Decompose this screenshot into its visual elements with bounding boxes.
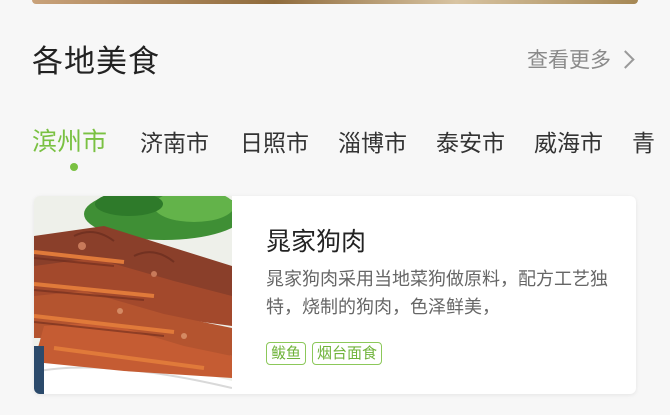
section-header: 各地美食 查看更多 — [0, 30, 670, 90]
active-tab-indicator — [70, 163, 78, 171]
tab-jinan[interactable]: 济南市 — [140, 124, 209, 158]
food-image — [34, 196, 232, 394]
food-description: 晁家狗肉采用当地菜狗做原料，配方工艺独特，烧制的狗肉，色泽鲜美， — [266, 269, 608, 318]
tag-badge: 烟台面食 — [312, 342, 383, 365]
tab-qing-partial[interactable]: 青 — [632, 124, 655, 158]
tab-weihai[interactable]: 威海市 — [534, 124, 603, 158]
food-title: 晁家狗肉 — [266, 227, 367, 256]
view-more-label: 查看更多 — [527, 48, 611, 72]
tab-binzhou[interactable]: 滨州市 — [32, 122, 107, 158]
tab-taian[interactable]: 泰安市 — [436, 124, 505, 158]
chevron-right-icon — [616, 49, 635, 69]
food-card[interactable]: 晁家狗肉 晁家狗肉采用当地菜狗做原料，配方工艺独特，烧制的狗肉，色泽鲜美， 鲅鱼… — [34, 196, 636, 394]
previous-card-image-edge — [32, 0, 638, 4]
city-tab-bar: 滨州市 济南市 日照市 淄博市 泰安市 威海市 青 — [0, 118, 670, 178]
tab-zibo[interactable]: 淄博市 — [338, 124, 407, 158]
tag-badge: 鲅鱼 — [266, 342, 307, 365]
tab-rizhao[interactable]: 日照市 — [240, 124, 309, 158]
section-title: 各地美食 — [32, 44, 160, 80]
view-more-link[interactable]: 查看更多 — [527, 44, 635, 74]
food-tags: 鲅鱼 烟台面食 — [266, 342, 383, 365]
